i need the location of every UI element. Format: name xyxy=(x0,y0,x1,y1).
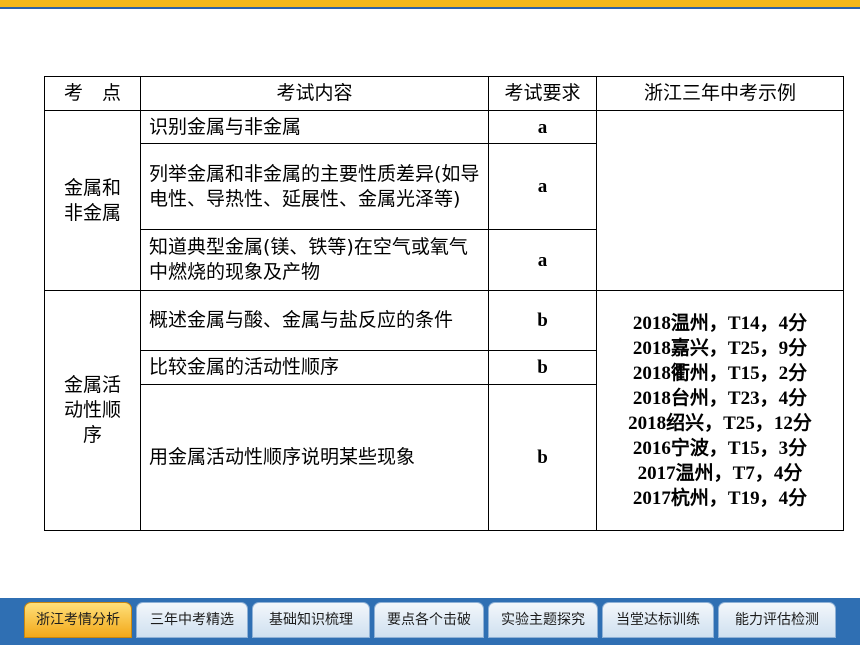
exam-outline-table: 考 点 考试内容 考试要求 浙江三年中考示例 金属和非金属 识别金属与非金属 a… xyxy=(44,76,844,531)
top-accent-line xyxy=(0,7,860,9)
requirement-cell: b xyxy=(488,384,597,531)
table-row: 金属和非金属 识别金属与非金属 a xyxy=(44,110,844,291)
example-item: 2017温州，T7，4分 xyxy=(637,462,803,484)
example-item: 2018台州，T23，4分 xyxy=(632,387,808,409)
content-cell: 列举金属和非金属的主要性质差异(如导电性、导热性、延展性、金属光泽等) xyxy=(140,143,489,230)
tab-basic-knowledge[interactable]: 基础知识梳理 xyxy=(252,602,370,638)
topic-cell: 金属活动性顺序 xyxy=(44,290,141,531)
content-cell: 比较金属的活动性顺序 xyxy=(140,350,489,385)
example-item: 2017杭州，T19，4分 xyxy=(632,487,808,509)
example-item: 2018衢州，T15，2分 xyxy=(632,362,808,384)
content-cell: 概述金属与酸、金属与盐反应的条件 xyxy=(140,290,489,351)
topic-cell: 金属和非金属 xyxy=(44,110,141,291)
header-examples: 浙江三年中考示例 xyxy=(596,76,844,111)
top-accent-bar xyxy=(0,0,860,7)
requirement-cell: a xyxy=(488,110,597,144)
tab-key-points[interactable]: 要点各个击破 xyxy=(374,602,484,638)
example-item: 2016宁波，T15，3分 xyxy=(632,437,808,459)
tab-analysis[interactable]: 浙江考情分析 xyxy=(24,602,132,638)
content-cell: 识别金属与非金属 xyxy=(140,110,489,144)
header-topic: 考 点 xyxy=(44,76,141,111)
table-row: 金属活动性顺序 概述金属与酸、金属与盐反应的条件 b 2018温州，T14，4分… xyxy=(44,290,844,531)
example-item: 2018嘉兴，T25，9分 xyxy=(632,337,808,359)
header-requirement: 考试要求 xyxy=(488,76,597,111)
requirement-cell: a xyxy=(488,229,597,291)
example-item: 2018绍兴，T25，12分 xyxy=(628,412,812,434)
tab-experiments[interactable]: 实验主题探究 xyxy=(488,602,598,638)
examples-cell: 2018温州，T14，4分 2018嘉兴，T25，9分 2018衢州，T15，2… xyxy=(596,290,844,531)
tab-class-practice[interactable]: 当堂达标训练 xyxy=(602,602,714,638)
example-item: 2018温州，T14，4分 xyxy=(632,312,808,334)
requirement-cell: b xyxy=(488,350,597,385)
requirement-cell: a xyxy=(488,143,597,230)
table-header-row: 考 点 考试内容 考试要求 浙江三年中考示例 xyxy=(44,76,844,111)
content-cell: 用金属活动性顺序说明某些现象 xyxy=(140,384,489,531)
tab-selected-exams[interactable]: 三年中考精选 xyxy=(136,602,248,638)
tab-ability-test[interactable]: 能力评估检测 xyxy=(718,602,836,638)
header-content: 考试内容 xyxy=(140,76,489,111)
requirement-cell: b xyxy=(488,290,597,351)
examples-cell-empty xyxy=(596,110,844,291)
content-cell: 知道典型金属(镁、铁等)在空气或氧气中燃烧的现象及产物 xyxy=(140,229,489,291)
